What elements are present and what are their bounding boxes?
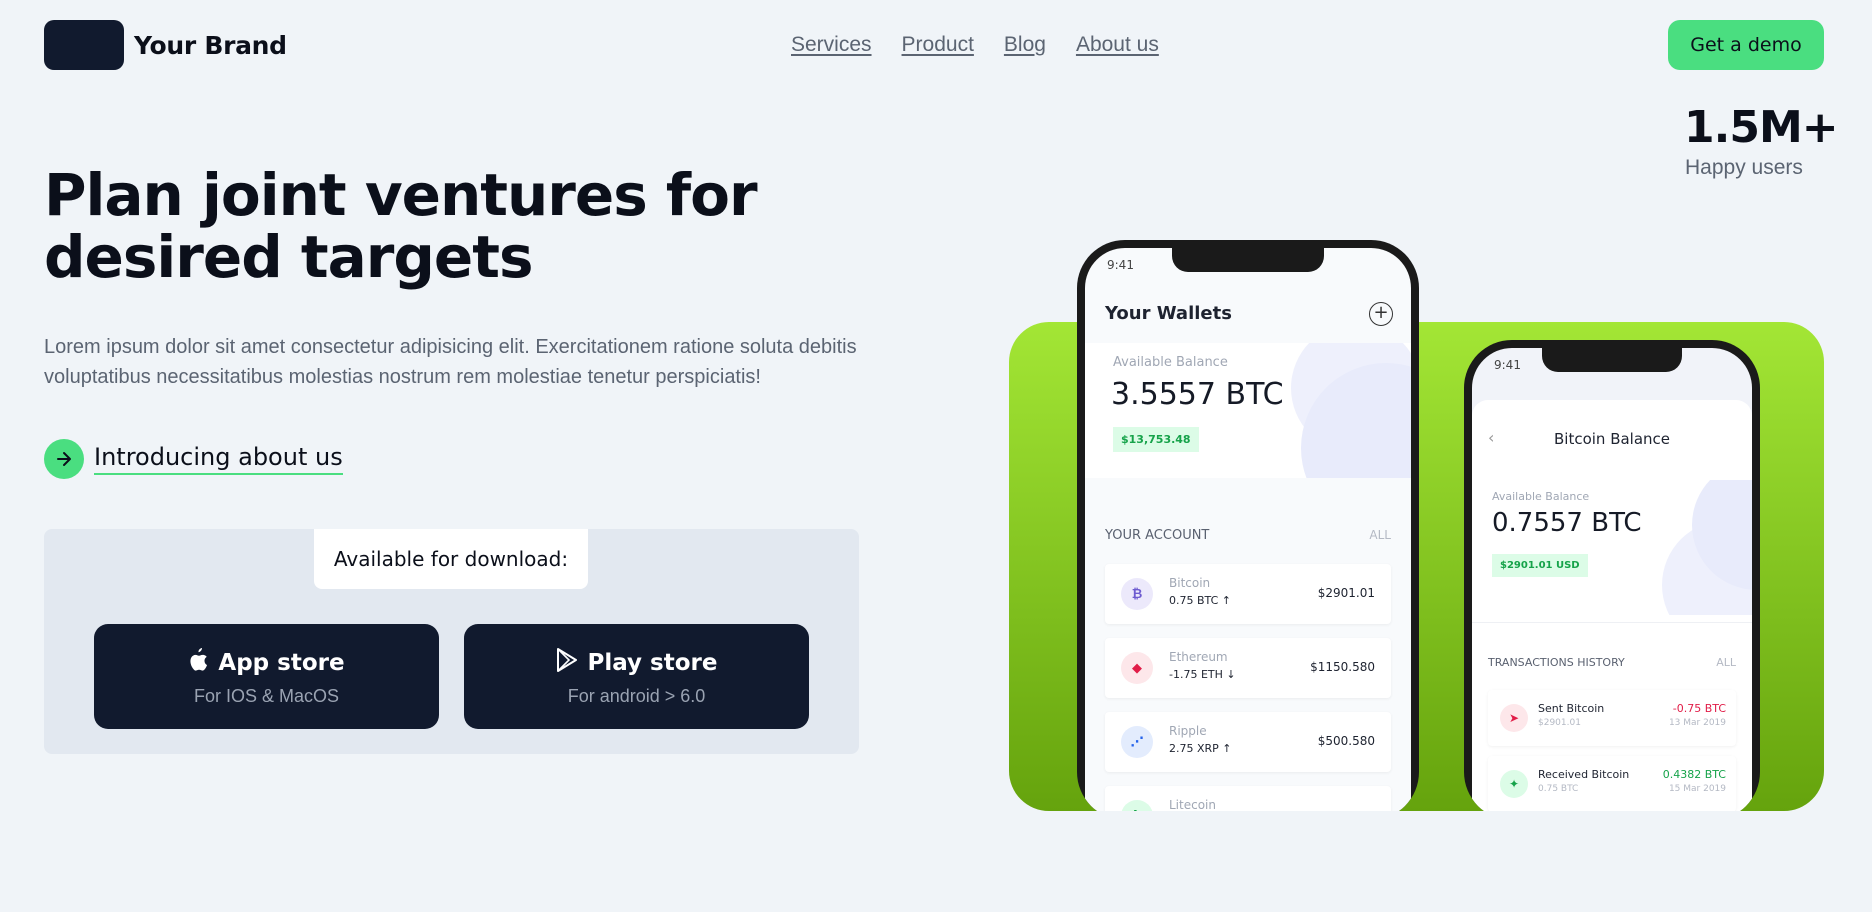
bitcoin-balance-value: 0.7557 BTC [1492, 508, 1642, 538]
transactions-all: ALL [1716, 656, 1736, 669]
brand-name[interactable]: Your Brand [134, 31, 287, 60]
get-demo-button[interactable]: Get a demo [1668, 20, 1824, 70]
balance-label: Available Balance [1113, 355, 1228, 370]
hero-headline: Plan joint ventures for desired targets [44, 161, 758, 291]
add-wallet-icon: + [1369, 302, 1393, 326]
coin-row: Ł Litecoin [1105, 786, 1391, 811]
play-store-button[interactable]: Play store For android > 6.0 [464, 624, 809, 729]
phone-wallets: 9:41 Your Wallets + Available Balance 3.… [1077, 240, 1419, 811]
apple-icon [188, 648, 208, 678]
balance-card: Available Balance 3.5557 BTC $13,753.48 [1085, 343, 1411, 478]
coin-name: Bitcoin [1169, 576, 1211, 590]
transaction-amount: 0.4382 BTC [1662, 768, 1726, 781]
balance-usd: $13,753.48 [1113, 427, 1199, 452]
ripple-icon: ⋰ [1121, 726, 1153, 758]
nav-product[interactable]: Product [902, 33, 974, 57]
bitcoin-balance-title: Bitcoin Balance [1553, 430, 1671, 448]
transaction-amount: -0.75 BTC [1672, 702, 1726, 715]
nav-about-us[interactable]: About us [1076, 33, 1159, 57]
receive-icon: ✦ [1500, 770, 1528, 798]
main-nav: Services Product Blog About us [791, 33, 1159, 57]
phone1-time: 9:41 [1107, 258, 1134, 272]
intro-link[interactable]: Introducing about us [94, 443, 343, 475]
coin-name: Litecoin [1169, 798, 1216, 811]
transaction-sub: 0.75 BTC [1538, 784, 1579, 794]
app-store-button[interactable]: App store For IOS & MacOS [94, 624, 439, 729]
arrow-right-icon[interactable] [44, 439, 84, 479]
coin-row: ◆ Ethereum -1.75 ETH ↓ $1150.580 [1105, 638, 1391, 698]
phone2-time: 9:41 [1494, 358, 1521, 372]
account-section-title: YOUR ACCOUNT [1105, 528, 1210, 543]
coin-amount: 2.75 XRP ↑ [1169, 742, 1232, 755]
transaction-date: 15 Mar 2019 [1668, 784, 1726, 794]
coin-row: ⋰ Ripple 2.75 XRP ↑ $500.580 [1105, 712, 1391, 772]
play-store-title: Play store [587, 650, 718, 676]
hero-subtitle: Lorem ipsum dolor sit amet consectetur a… [44, 336, 857, 388]
transaction-sub: $2901.01 [1538, 718, 1581, 728]
brand-logo[interactable] [44, 20, 124, 70]
account-section-all: ALL [1369, 528, 1391, 542]
app-store-sub: For IOS & MacOS [193, 686, 340, 706]
app-store-title: App store [218, 650, 345, 676]
coin-value: $2901.01 [1317, 586, 1375, 600]
phone-mockups: 9:41 Your Wallets + Available Balance 3.… [1009, 240, 1824, 811]
bitcoin-icon: ₿ [1121, 578, 1153, 610]
transaction-row: ➤ Sent Bitcoin $2901.01 -0.75 BTC 13 Mar… [1488, 690, 1736, 746]
nav-services[interactable]: Services [791, 33, 872, 57]
coin-value: $1150.580 [1310, 660, 1375, 674]
transaction-row: ✦ Received Bitcoin 0.75 BTC 0.4382 BTC 1… [1488, 756, 1736, 811]
users-stat-label: Happy users [1685, 156, 1803, 179]
nav-blog[interactable]: Blog [1004, 33, 1046, 57]
wallets-title: Your Wallets [1105, 303, 1232, 324]
bitcoin-screen: ‹ Bitcoin Balance Available Balance 0.75… [1472, 400, 1752, 811]
coin-name: Ethereum [1169, 650, 1228, 664]
bitcoin-balance-usd: $2901.01 USD [1492, 554, 1588, 577]
play-store-sub: For android > 6.0 [567, 686, 706, 706]
download-label: Available for download: [314, 529, 588, 589]
bitcoin-balance-label: Available Balance [1492, 490, 1590, 503]
transactions-title: TRANSACTIONS HISTORY [1488, 656, 1625, 669]
coin-name: Ripple [1169, 724, 1207, 738]
users-stat-value: 1.5M+ [1684, 102, 1839, 153]
play-icon [556, 648, 578, 678]
coin-amount: -1.75 ETH ↓ [1169, 668, 1236, 681]
coin-amount: 0.75 BTC ↑ [1169, 594, 1232, 607]
balance-value: 3.5557 BTC [1111, 377, 1284, 412]
ethereum-icon: ◆ [1121, 652, 1153, 684]
phone-bitcoin-balance: 9:41 ‹ Bitcoin Balance Available Balance… [1464, 340, 1760, 811]
coin-row: ₿ Bitcoin 0.75 BTC ↑ $2901.01 [1105, 564, 1391, 624]
transaction-date: 13 Mar 2019 [1668, 718, 1726, 728]
transaction-name: Sent Bitcoin [1538, 702, 1605, 715]
send-icon: ➤ [1500, 704, 1528, 732]
transaction-name: Received Bitcoin [1538, 768, 1630, 781]
coin-value: $500.580 [1317, 734, 1375, 748]
litecoin-icon: Ł [1121, 800, 1153, 811]
